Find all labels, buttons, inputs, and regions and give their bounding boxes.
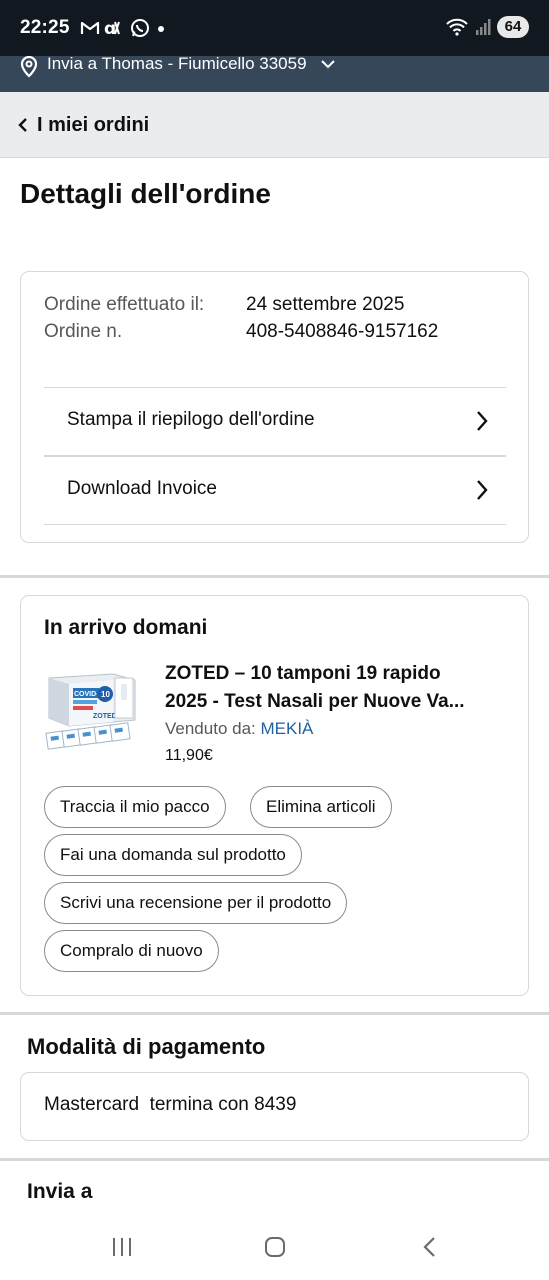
seller-link[interactable]: MEKIÀ <box>261 719 314 738</box>
ship-to-section-title: Invia a <box>27 1180 93 1203</box>
seller-label: Venduto da: <box>165 719 256 738</box>
divider <box>44 524 506 525</box>
order-info-labels: Ordine effettuato il: Ordine n. <box>44 291 224 345</box>
delivery-location-text: Invia a Thomas - Fiumicello 33059 <box>47 54 307 73</box>
chevron-left-icon <box>18 118 27 132</box>
seller-info: Venduto da: MEKIÀ <box>165 719 313 739</box>
payment-method-card: Mastercard termina con 8439 <box>20 1072 529 1141</box>
product-image-brand: ZOTED <box>93 713 117 720</box>
shipment-card: In arrivo domani COVID-19 10 ZOTED ZOTED… <box>20 595 529 996</box>
download-invoice-link[interactable]: Download Invoice <box>44 457 506 525</box>
section-divider <box>0 1012 549 1015</box>
status-system-icons: 64 <box>445 16 529 38</box>
battery-indicator: 64 <box>497 16 529 38</box>
wifi-icon <box>446 18 468 36</box>
chevron-down-icon <box>321 60 335 69</box>
status-notification-icons: ɑ <box>80 18 150 38</box>
order-number-value: 408-5408846-9157162 <box>246 321 439 342</box>
payment-method-text: Mastercard termina con 8439 <box>44 1094 297 1115</box>
delete-items-button[interactable]: Elimina articoli <box>250 786 392 828</box>
chevron-right-icon <box>477 480 488 500</box>
product-title-line1: ZOTED – 10 tamponi 19 rapido <box>165 663 441 684</box>
product-title[interactable]: ZOTED – 10 tamponi 19 rapido 2025 - Test… <box>165 660 510 716</box>
chevron-right-icon <box>477 411 488 431</box>
gmail-icon <box>80 21 100 34</box>
track-package-button[interactable]: Traccia il mio pacco <box>44 786 226 828</box>
download-invoice-label: Download Invoice <box>67 478 217 499</box>
buy-again-button[interactable]: Compralo di nuovo <box>44 930 219 972</box>
section-divider <box>0 1158 549 1161</box>
back-navigation[interactable]: I miei ordini <box>0 92 549 158</box>
print-summary-link[interactable]: Stampa il riepilogo dell'ordine <box>44 388 506 456</box>
status-time: 22:25 <box>20 17 70 38</box>
order-number-label: Ordine n. <box>44 321 123 342</box>
home-icon[interactable] <box>264 1236 286 1258</box>
notification-icon: ɑ <box>104 20 120 36</box>
product-image-count: 10 <box>101 690 110 699</box>
location-pin-icon <box>20 56 38 78</box>
payment-section-title: Modalità di pagamento <box>27 1034 266 1059</box>
back-link-label[interactable]: I miei ordini <box>37 114 149 137</box>
order-date-label: Ordine effettuato il: <box>44 294 205 315</box>
print-summary-label: Stampa il riepilogo dell'ordine <box>67 409 315 430</box>
order-info-values: 24 settembre 2025 408-5408846-9157162 <box>246 291 516 345</box>
shipment-status-title: In arrivo domani <box>44 616 208 639</box>
system-navigation-bar <box>0 1218 549 1280</box>
order-date-value: 24 settembre 2025 <box>246 294 405 315</box>
page-title: Dettagli dell'ordine <box>20 178 271 209</box>
order-summary-card: Ordine effettuato il: Ordine n. 24 sette… <box>20 271 529 543</box>
recent-apps-icon[interactable] <box>111 1236 133 1258</box>
back-icon[interactable] <box>420 1236 440 1258</box>
section-divider <box>0 575 549 578</box>
status-more-dot <box>158 26 164 32</box>
ask-product-question-button[interactable]: Fai una domanda sul prodotto <box>44 834 302 876</box>
delivery-location-bar[interactable]: Invia a Thomas - Fiumicello 33059 <box>0 54 549 92</box>
whatsapp-icon <box>131 19 149 37</box>
write-review-button[interactable]: Scrivi una recensione per il prodotto <box>44 882 348 924</box>
product-price: 11,90€ <box>165 747 213 764</box>
signal-icon <box>476 19 491 35</box>
status-bar: 22:25 ɑ 64 <box>0 0 549 56</box>
product-title-line2: 2025 - Test Nasali per Nuove Va... <box>165 691 465 712</box>
product-image[interactable]: COVID-19 10 ZOTED <box>43 670 143 756</box>
